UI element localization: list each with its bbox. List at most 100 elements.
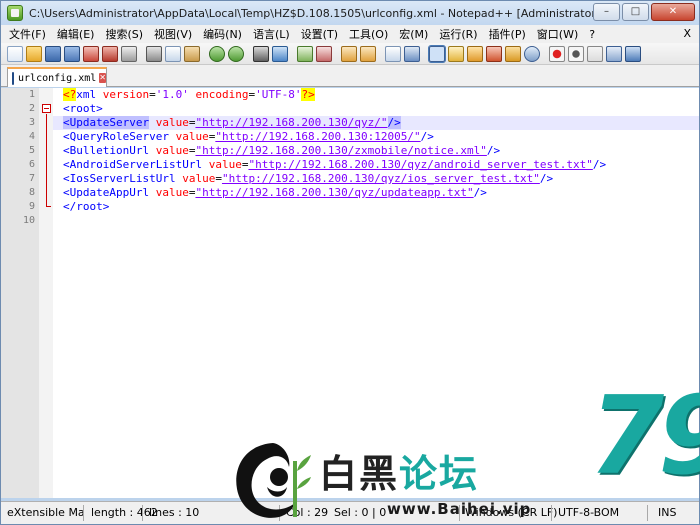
watermark-text-b: 论坛 — [399, 452, 480, 496]
replace-icon[interactable] — [272, 45, 288, 62]
xml-attr-value[interactable]: "http://192.168.200.130/qyz/ios_server_t… — [222, 172, 540, 185]
menu-search[interactable]: 搜索(S) — [105, 26, 143, 42]
minimize-button[interactable]: – — [593, 3, 620, 21]
zoom-out-icon[interactable] — [316, 45, 332, 62]
line-number: 5 — [28, 145, 35, 156]
menu-run[interactable]: 运行(R) — [439, 26, 477, 42]
close-button[interactable]: ✕ — [651, 3, 695, 21]
code-line-1[interactable]: <?xml version='1.0' encoding='UTF-8'?> — [63, 88, 315, 102]
xml-equals: = — [149, 88, 156, 101]
xml-attr-value[interactable]: "http://192.168.200.130/qyz/android_serv… — [248, 158, 592, 171]
document-map-icon[interactable] — [467, 45, 483, 62]
line-number: 7 — [28, 173, 35, 184]
stop-record-icon[interactable] — [568, 45, 584, 62]
show-all-chars-icon[interactable] — [404, 45, 420, 62]
code-line-2[interactable]: <root> — [63, 102, 103, 116]
close-file-icon[interactable] — [83, 45, 99, 62]
xml-tag-close: /> — [387, 116, 401, 129]
user-language-icon[interactable] — [448, 45, 464, 62]
menu-macro[interactable]: 宏(M) — [399, 26, 428, 42]
title-bar[interactable]: C:\Users\Administrator\AppData\Local\Tem… — [1, 1, 699, 25]
xml-attr-name: value — [149, 186, 189, 199]
window-title: C:\Users\Administrator\AppData\Local\Tem… — [29, 6, 601, 20]
tab-close-icon[interactable]: ✕ — [99, 73, 106, 83]
status-divider — [647, 505, 648, 521]
save-icon[interactable] — [45, 45, 61, 62]
status-lines: lines : 10 — [149, 506, 200, 519]
status-encoding[interactable]: UTF-8-BOM — [558, 506, 619, 519]
xml-attr-value: 'UTF-8' — [255, 88, 302, 101]
xml-attr-value[interactable]: "http://192.168.200.130/zxmobile/notice.… — [195, 144, 486, 157]
redo-icon[interactable] — [228, 45, 244, 62]
save-macro-icon[interactable] — [625, 45, 641, 62]
tab-urlconfig[interactable]: urlconfig.xml ✕ — [7, 67, 107, 87]
fold-end-marker — [46, 206, 51, 207]
toolbar — [1, 43, 699, 65]
code-line-7[interactable]: <IosServerListUrl value="http://192.168.… — [63, 172, 553, 186]
word-wrap-icon[interactable] — [385, 45, 401, 62]
save-all-icon[interactable] — [64, 45, 80, 62]
record-macro-icon[interactable] — [549, 45, 565, 62]
menu-view[interactable]: 视图(V) — [154, 26, 192, 42]
xml-attr-value: '1.0' — [155, 88, 189, 101]
xml-attr-value[interactable]: "http://192.168.200.130/qyz/" — [195, 116, 387, 129]
find-icon[interactable] — [253, 45, 269, 62]
copy-icon[interactable] — [165, 45, 181, 62]
code-line-5[interactable]: <BulletionUrl value="http://192.168.200.… — [63, 144, 500, 158]
code-line-6[interactable]: <AndroidServerListUrl value="http://192.… — [63, 158, 606, 172]
line-number: 6 — [28, 159, 35, 170]
function-list-icon[interactable] — [486, 45, 502, 62]
tab-bar: urlconfig.xml ✕ — [1, 65, 699, 87]
xml-tag-open: <IosServerListUrl — [63, 172, 176, 185]
playback-macro-icon[interactable] — [587, 45, 603, 62]
menu-settings[interactable]: 设置(T) — [301, 26, 338, 42]
menu-bar: 文件(F) 编辑(E) 搜索(S) 视图(V) 编码(N) 语言(L) 设置(T… — [1, 25, 699, 43]
notepadpp-app-icon[interactable] — [7, 5, 23, 21]
menu-plugins[interactable]: 插件(P) — [489, 26, 526, 42]
maximize-button[interactable]: □ — [622, 3, 649, 21]
fold-collapse-icon[interactable] — [42, 104, 51, 113]
menu-file[interactable]: 文件(F) — [9, 26, 46, 42]
menu-edit[interactable]: 编辑(E) — [57, 26, 95, 42]
new-file-icon[interactable] — [7, 45, 23, 62]
xml-tag-close: /> — [420, 130, 434, 143]
code-line-3[interactable]: <UpdateServer value="http://192.168.200.… — [63, 116, 401, 130]
menu-window[interactable]: 窗口(W) — [537, 26, 578, 42]
menu-help[interactable]: ? — [589, 28, 595, 41]
line-number: 1 — [28, 89, 35, 100]
watermark-title: 白黑论坛 — [319, 455, 479, 493]
status-selection: Sel : 0 | 0 — [334, 506, 387, 519]
monitoring-icon[interactable] — [524, 45, 540, 62]
run-macro-multiple-icon[interactable] — [606, 45, 622, 62]
folder-workspace-icon[interactable] — [505, 45, 521, 62]
status-insert-mode[interactable]: INS — [658, 506, 676, 519]
cut-icon[interactable] — [146, 45, 162, 62]
xml-attr-name: value — [168, 130, 209, 143]
watermark-number: 79 — [589, 374, 700, 499]
paste-icon[interactable] — [184, 45, 200, 62]
zoom-in-icon[interactable] — [297, 45, 313, 62]
menu-language[interactable]: 语言(L) — [253, 26, 290, 42]
xml-tag-close: /> — [473, 186, 487, 199]
xml-decl-name: xml — [76, 88, 97, 101]
xml-attr-value[interactable]: "http://192.168.200.130:12005/" — [215, 130, 420, 143]
xml-tag-close: /> — [486, 144, 501, 157]
code-line-4[interactable]: <QueryRoleServer value="http://192.168.2… — [63, 130, 434, 144]
status-length: length : 462 — [91, 506, 158, 519]
menu-encoding[interactable]: 编码(N) — [203, 26, 242, 42]
close-document-icon[interactable]: X — [683, 27, 691, 40]
xml-attr-value[interactable]: "http://192.168.200.130/qyz/updateapp.tx… — [195, 186, 473, 199]
code-line-9[interactable]: </root> — [63, 200, 109, 214]
line-number: 3 — [28, 117, 35, 128]
sync-horizontal-icon[interactable] — [360, 45, 376, 62]
code-line-8[interactable]: <UpdateAppUrl value="http://192.168.200.… — [63, 186, 487, 200]
sync-vertical-icon[interactable] — [341, 45, 357, 62]
open-file-icon[interactable] — [26, 45, 42, 62]
undo-icon[interactable] — [209, 45, 225, 62]
print-icon[interactable] — [121, 45, 137, 62]
saved-file-icon — [12, 71, 15, 85]
indent-guide-icon[interactable] — [428, 44, 446, 63]
watermark-logo-icon — [236, 443, 311, 518]
close-all-icon[interactable] — [102, 45, 118, 62]
menu-tools[interactable]: 工具(O) — [349, 26, 388, 42]
